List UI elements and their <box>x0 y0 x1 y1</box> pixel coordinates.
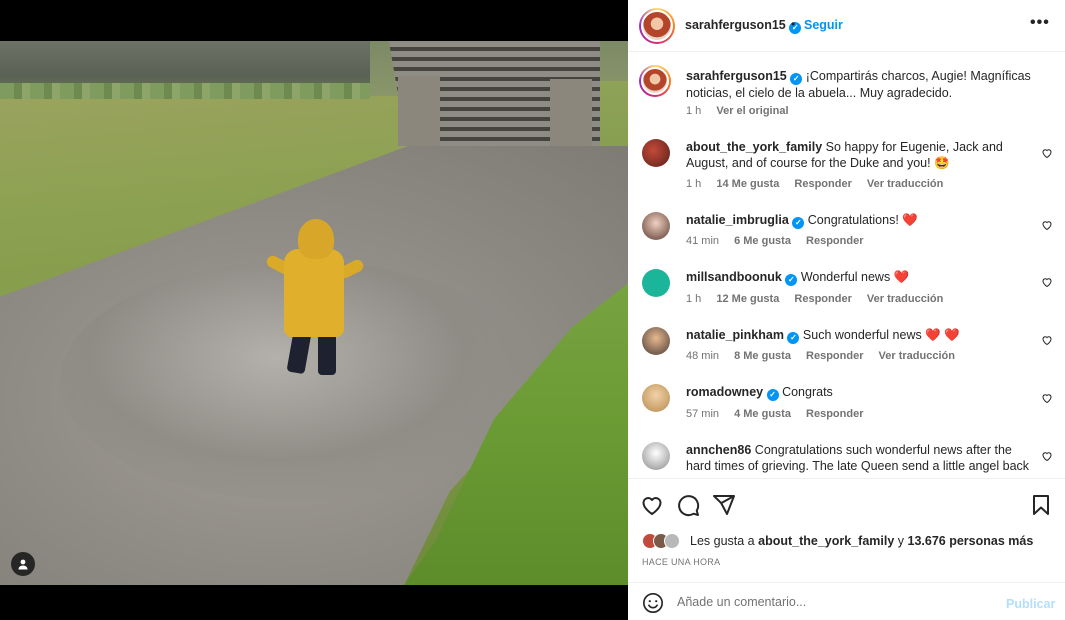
comment-like-icon[interactable] <box>1041 219 1053 231</box>
comment-meta: 41 min 6 Me gusta Responder <box>686 235 864 247</box>
photo-pillar-right <box>550 79 592 151</box>
bookmark-icon[interactable] <box>1029 493 1053 517</box>
photo-pillar-left <box>398 76 440 146</box>
commenter-username[interactable]: annchen86 <box>686 443 751 457</box>
commenter-avatar[interactable] <box>642 212 670 240</box>
comment-meta: 57 min 4 Me gusta Responder <box>686 408 864 420</box>
post-media <box>0 0 628 620</box>
comment-text: about_the_york_family So happy for Eugen… <box>686 140 1003 170</box>
caption-meta: 1 h Ver el original <box>686 105 789 117</box>
post-header: sarahferguson15 ✓ • Seguir ••• <box>628 0 1065 52</box>
comment-text: natalie_imbruglia ✓ Congratulations! ❤️ <box>686 213 918 229</box>
more-options-icon[interactable]: ••• <box>1030 14 1050 32</box>
author-avatar[interactable] <box>639 65 671 97</box>
comment-likes-count[interactable]: 4 Me gusta <box>734 408 791 420</box>
caption-text: sarahferguson15 ✓ ¡Compartirás charcos, … <box>686 69 1031 100</box>
comments-list[interactable]: sarahferguson15 ✓ ¡Compartirás charcos, … <box>628 53 1065 478</box>
reply-button[interactable]: Responder <box>806 235 863 247</box>
see-translation-link[interactable]: Ver traducción <box>867 178 943 190</box>
comment-like-icon[interactable] <box>1041 276 1053 288</box>
post-actions: Les gusta a about_the_york_family y 13.6… <box>628 478 1065 582</box>
comment-icon[interactable] <box>676 493 700 517</box>
publish-button[interactable]: Publicar <box>1006 597 1055 611</box>
commenter-avatar[interactable] <box>642 269 670 297</box>
see-translation-link[interactable]: Ver traducción <box>879 350 955 362</box>
comment-meta: 1 h 12 Me gusta Responder Ver traducción <box>686 293 944 305</box>
photo-child-raincoat <box>262 219 372 389</box>
photo-hedge <box>0 41 370 99</box>
caption-username[interactable]: sarahferguson15 <box>686 69 787 83</box>
comment-like-icon[interactable] <box>1041 147 1053 159</box>
reply-button[interactable]: Responder <box>806 350 863 362</box>
commenter-avatar[interactable] <box>642 327 670 355</box>
commenter-username[interactable]: natalie_pinkham <box>686 328 784 342</box>
comment-text: natalie_pinkham ✓ Such wonderful news ❤️… <box>686 328 960 344</box>
likes-summary: Les gusta a about_the_york_family y 13.6… <box>642 531 1033 551</box>
comment-likes-count[interactable]: 6 Me gusta <box>734 235 791 247</box>
see-original-link[interactable]: Ver el original <box>716 105 788 117</box>
emoji-icon[interactable] <box>642 592 664 614</box>
reply-button[interactable]: Responder <box>794 293 851 305</box>
comment-meta: 1 h 14 Me gusta Responder Ver traducción <box>686 178 944 190</box>
commenter-avatar[interactable] <box>642 442 670 470</box>
separator-dot: • <box>791 17 796 31</box>
first-liker-link[interactable]: about_the_york_family <box>758 534 894 548</box>
user-tag-icon[interactable] <box>11 552 35 576</box>
see-translation-link[interactable]: Ver traducción <box>867 293 943 305</box>
verified-icon: ✓ <box>792 217 805 229</box>
heart-icon[interactable] <box>640 493 664 517</box>
commenter-username[interactable]: romadowney <box>686 385 763 399</box>
comment-text: annchen86 Congratulations such wonderful… <box>686 443 1030 473</box>
add-comment-bar: Publicar <box>628 582 1065 620</box>
comment-meta: 48 min 8 Me gusta Responder Ver traducci… <box>686 350 955 362</box>
reply-button[interactable]: Responder <box>794 178 851 190</box>
comment-like-icon[interactable] <box>1041 334 1053 346</box>
comment-like-icon[interactable] <box>1041 392 1053 404</box>
verified-icon: ✓ <box>766 389 779 401</box>
reply-button[interactable]: Responder <box>806 408 863 420</box>
commenter-username[interactable]: about_the_york_family <box>686 140 822 154</box>
comment-likes-count[interactable]: 14 Me gusta <box>716 178 779 190</box>
verified-icon: ✓ <box>785 274 798 286</box>
comment-likes-count[interactable]: 8 Me gusta <box>734 350 791 362</box>
verified-icon: ✓ <box>787 332 800 344</box>
commenter-avatar[interactable] <box>642 139 670 167</box>
verified-icon: ✓ <box>790 73 803 85</box>
share-icon[interactable] <box>712 493 736 517</box>
follow-button[interactable]: Seguir <box>804 18 843 32</box>
commenter-avatar[interactable] <box>642 384 670 412</box>
author-avatar[interactable] <box>639 8 675 44</box>
post-side-panel: sarahferguson15 ✓ • Seguir ••• sarahferg… <box>628 0 1065 620</box>
commenter-username[interactable]: natalie_imbruglia <box>686 213 789 227</box>
likes-count-link[interactable]: 13.676 personas más <box>908 534 1034 548</box>
post-photo[interactable] <box>0 41 628 585</box>
author-username[interactable]: sarahferguson15 ✓ <box>685 18 802 34</box>
comment-like-icon[interactable] <box>1041 450 1053 462</box>
post-timestamp[interactable]: HACE UNA HORA <box>642 557 720 567</box>
commenter-username[interactable]: millsandboonuk <box>686 270 782 284</box>
liker-avatar <box>664 533 680 549</box>
comment-input[interactable] <box>677 591 997 613</box>
comment-likes-count[interactable]: 12 Me gusta <box>716 293 779 305</box>
comment-text: millsandboonuk ✓ Wonderful news ❤️ <box>686 270 910 286</box>
likes-text[interactable]: Les gusta a about_the_york_family y 13.6… <box>690 534 1033 548</box>
comment-text: romadowney ✓ Congrats <box>686 385 833 401</box>
